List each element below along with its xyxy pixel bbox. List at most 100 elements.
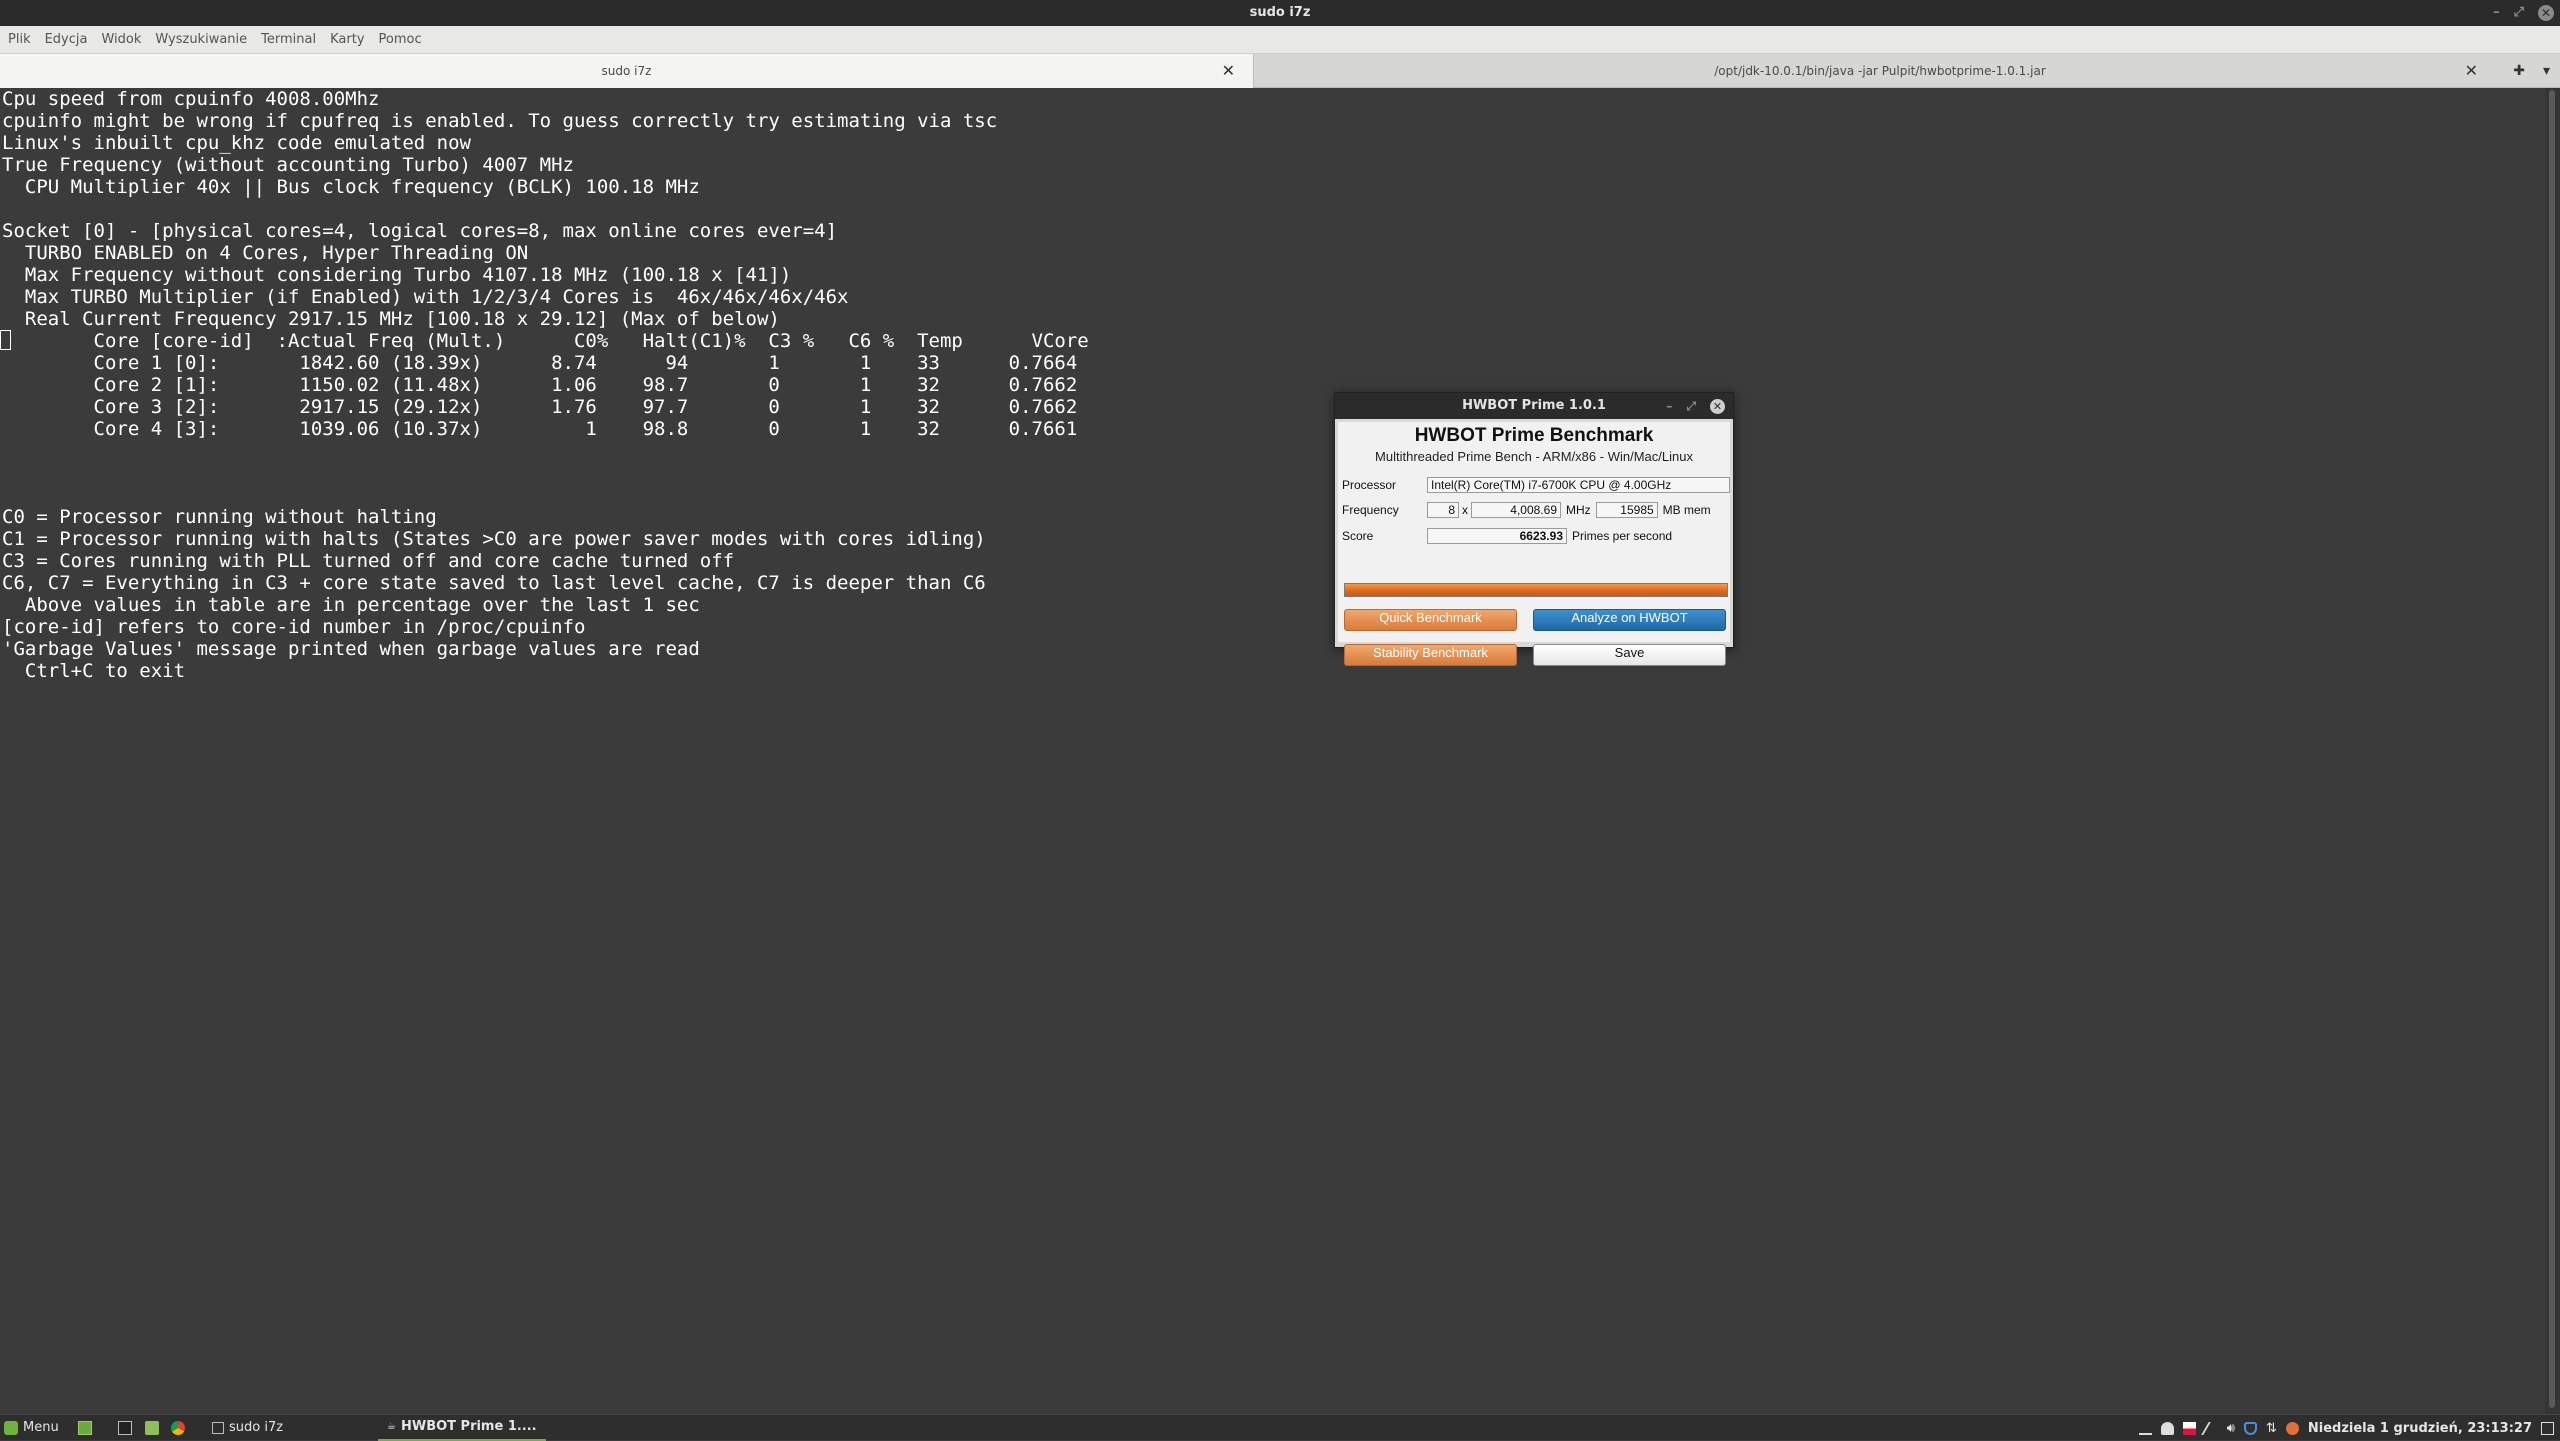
tab-sudo-i7z[interactable]: sudo i7z ✕: [0, 54, 1254, 88]
terminal-line: Core 1 [0]: 1842.60 (18.39x) 8.74 94 1 1…: [2, 352, 1078, 374]
terminal-line: Max Frequency without considering Turbo …: [2, 264, 792, 286]
hwbot-window: HWBOT Prime 1.0.1 – ⤢ ✕ HWBOT Prime Benc…: [1334, 392, 1734, 666]
menu-edycja[interactable]: Edycja: [45, 32, 88, 47]
frequency-field: 4,008.69: [1471, 502, 1561, 518]
tab-close-icon[interactable]: ✕: [2465, 54, 2478, 88]
system-tray: 🔊︎ ⇅ Niedziela 1 grudzień, 23:13:27: [2138, 1415, 2554, 1441]
flag-icon[interactable]: [2182, 1421, 2196, 1435]
bottom-panel: Menu sudo i7z ☕ HWBOT Prime 1.... 🔊︎ ⇅ N…: [0, 1414, 2560, 1441]
shield-icon[interactable]: [2243, 1421, 2257, 1435]
folder-icon: [145, 1421, 159, 1435]
mint-menu-icon: [4, 1421, 18, 1435]
tab-close-icon[interactable]: ✕: [1222, 54, 1235, 88]
files-launcher[interactable]: [145, 1415, 159, 1441]
scrollbar-thumb[interactable]: [2549, 90, 2555, 1408]
user-icon[interactable]: [2160, 1421, 2174, 1435]
terminal-cursor: [0, 330, 11, 350]
menu-widok[interactable]: Widok: [101, 32, 141, 47]
stability-benchmark-button[interactable]: Stability Benchmark: [1344, 644, 1517, 666]
show-desktop-launcher[interactable]: [78, 1415, 92, 1441]
show-desktop-icon[interactable]: [2541, 1421, 2554, 1435]
tab-label: /opt/jdk-10.0.1/bin/java -jar Pulpit/hwb…: [1714, 64, 2046, 78]
terminal-line: Core 3 [2]: 2917.15 (29.12x) 1.76 97.7 0…: [2, 396, 1078, 418]
menu-terminal[interactable]: Terminal: [261, 32, 316, 47]
processor-label: Processor: [1342, 478, 1397, 492]
chrome-icon: [171, 1421, 185, 1435]
tab-bar: sudo i7z ✕ /opt/jdk-10.0.1/bin/java -jar…: [0, 54, 2560, 88]
times-sign: x: [1462, 503, 1468, 517]
terminal-output[interactable]: Cpu speed from cpuinfo 4008.00Mhz cpuinfo…: [0, 88, 2545, 1414]
terminal-line: Core 2 [1]: 1150.02 (11.48x) 1.06 98.7 0…: [2, 374, 1078, 396]
keyboard-icon[interactable]: [2138, 1422, 2152, 1435]
hwbot-subtitle: Multithreaded Prime Bench - ARM/x86 - Wi…: [1375, 449, 1693, 464]
network-icon[interactable]: ⇅: [2266, 1421, 2277, 1436]
frequency-row: Frequency 8 x 4,008.69 MHz 15985 MB mem: [1342, 500, 1716, 520]
terminal-icon: [118, 1421, 132, 1435]
hwbot-body: HWBOT Prime Benchmark Multithreaded Prim…: [1338, 422, 1730, 666]
new-tab-icon[interactable]: ✚: [2513, 63, 2525, 79]
terminal-line: Cpu speed from cpuinfo 4008.00Mhz: [2, 88, 380, 110]
progress-fill: [1345, 584, 1727, 596]
taskbar-item-label: HWBOT Prime 1....: [400, 1419, 537, 1434]
tab-java-hwbot[interactable]: /opt/jdk-10.0.1/bin/java -jar Pulpit/hwb…: [1254, 54, 2506, 88]
benchmark-progress-bar: [1344, 583, 1728, 597]
terminal-launcher[interactable]: [118, 1415, 132, 1441]
minimize-icon[interactable]: –: [2493, 0, 2500, 26]
minimize-icon[interactable]: –: [1666, 393, 1672, 419]
terminal-line: Max TURBO Multiplier (if Enabled) with 1…: [2, 286, 849, 308]
terminal-line: Linux's inbuilt cpu_khz code emulated no…: [2, 132, 471, 154]
menu-wyszukiwanie[interactable]: Wyszukiwanie: [155, 32, 247, 47]
terminal-line: True Frequency (without accounting Turbo…: [2, 154, 574, 176]
terminal-line: [core-id] refers to core-id number in /p…: [2, 616, 586, 638]
terminal-lines: Cpu speed from cpuinfo 4008.00Mhz cpuinfo…: [0, 88, 2545, 682]
java-icon: ☕: [387, 1421, 396, 1432]
score-field: 6623.93: [1427, 528, 1567, 544]
threads-field: 8: [1427, 502, 1459, 518]
browser-launcher[interactable]: [171, 1415, 185, 1441]
mhz-unit: MHz: [1566, 503, 1591, 517]
close-icon[interactable]: ✕: [1710, 398, 1725, 414]
terminal-line: Core 4 [3]: 1039.06 (10.37x) 1 98.8 0 1 …: [2, 418, 1078, 440]
terminal-line: C1 = Processor running with halts (State…: [2, 528, 986, 550]
menu-pomoc[interactable]: Pomoc: [379, 32, 422, 47]
terminal-line: Core [core-id] :Actual Freq (Mult.) C0% …: [2, 330, 1089, 352]
maximize-icon[interactable]: ⤢: [2514, 0, 2524, 26]
terminal-icon: [212, 1422, 224, 1434]
pen-icon[interactable]: [2200, 1421, 2222, 1435]
terminal-line: Real Current Frequency 2917.15 MHz [100.…: [2, 308, 780, 330]
score-label: Score: [1342, 529, 1374, 543]
terminal-line: C0 = Processor running without halting: [2, 506, 437, 528]
menu-button[interactable]: Menu: [4, 1415, 59, 1441]
terminal-line: TURBO ENABLED on 4 Cores, Hyper Threadin…: [2, 242, 529, 264]
taskbar-item-terminal[interactable]: sudo i7z: [212, 1415, 372, 1441]
volume-icon[interactable]: 🔊︎: [2227, 1421, 2235, 1436]
score-row: Score 6623.93 Primes per second: [1342, 526, 1677, 546]
taskbar-item-label: sudo i7z: [229, 1420, 284, 1435]
terminal-scrollbar[interactable]: [2545, 88, 2560, 1414]
analyze-on-hwbot-button[interactable]: Analyze on HWBOT: [1533, 609, 1726, 631]
tab-menu-icon[interactable]: ▾: [2543, 63, 2550, 79]
terminal-line: cpuinfo might be wrong if cpufreq is ena…: [2, 110, 998, 132]
menu-button-label: Menu: [23, 1420, 59, 1435]
window-controls: – ⤢ ✕: [2493, 0, 2554, 26]
hwbot-title: HWBOT Prime 1.0.1: [1462, 398, 1606, 413]
menu-plik[interactable]: Plik: [8, 32, 31, 47]
save-button[interactable]: Save: [1533, 644, 1726, 666]
terminal-line: Socket [0] - [physical cores=4, logical …: [2, 220, 838, 242]
window-title: sudo i7z: [1249, 5, 1311, 20]
clock[interactable]: Niedziela 1 grudzień, 23:13:27: [2308, 1421, 2532, 1436]
notification-icon[interactable]: [2285, 1421, 2299, 1435]
maximize-icon[interactable]: ⤢: [1686, 393, 1696, 419]
terminal-line: Above values in table are in percentage …: [2, 594, 700, 616]
taskbar-item-hwbot[interactable]: ☕ HWBOT Prime 1....: [378, 1415, 546, 1441]
memory-field: 15985: [1595, 502, 1658, 518]
memory-unit: MB mem: [1662, 503, 1711, 517]
quick-benchmark-button[interactable]: Quick Benchmark: [1344, 609, 1517, 631]
terminal-line: 'Garbage Values' message printed when ga…: [2, 638, 700, 660]
menu-karty[interactable]: Karty: [330, 32, 364, 47]
close-icon[interactable]: ✕: [2538, 5, 2554, 21]
